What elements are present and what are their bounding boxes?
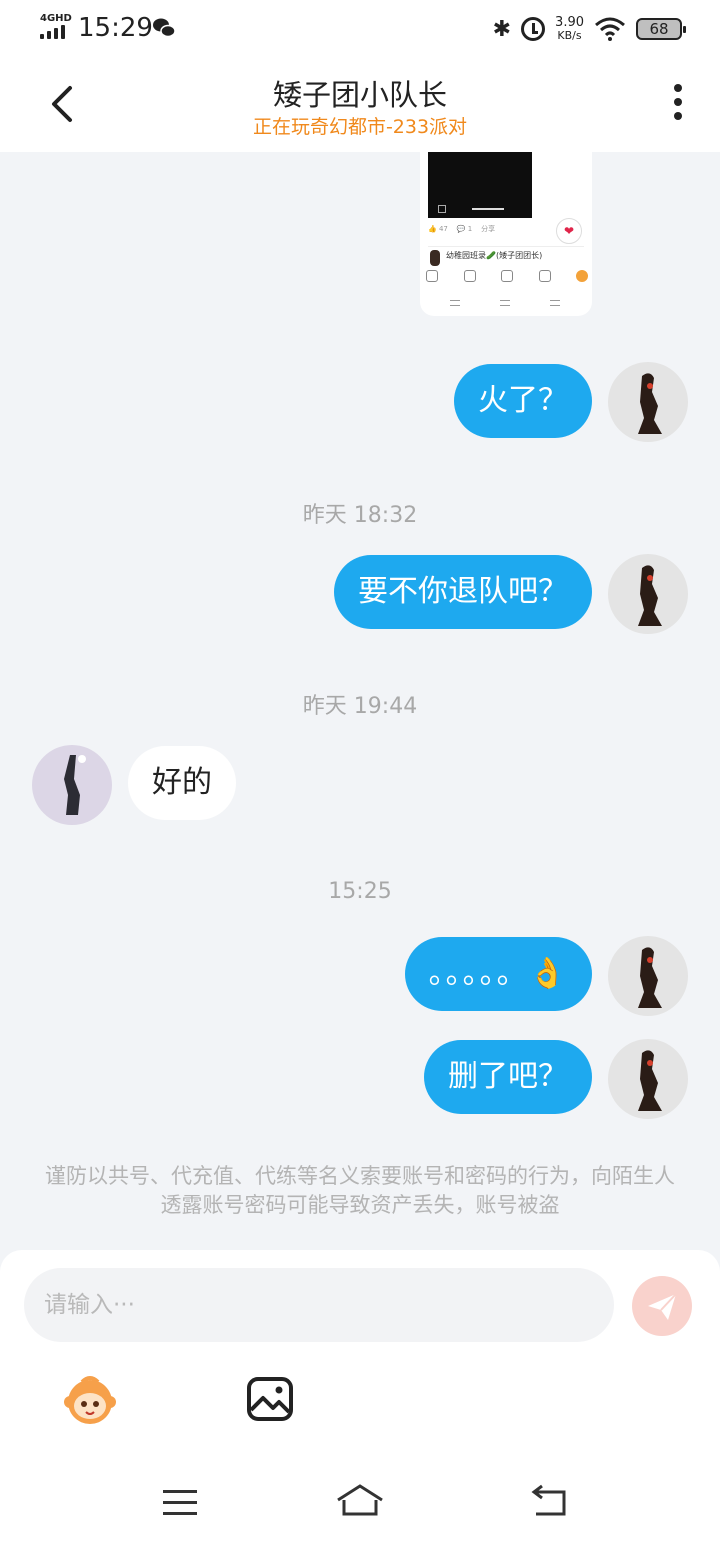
back-nav-icon[interactable] [531, 1484, 566, 1516]
heart-icon: ❤ [556, 218, 582, 244]
more-options-icon[interactable] [672, 84, 684, 124]
wifi-icon [595, 17, 625, 41]
incoming-message[interactable]: 好的 [128, 746, 236, 820]
avatar-figure-icon [64, 755, 86, 815]
alarm-icon [521, 17, 546, 41]
image-picker-icon[interactable] [246, 1376, 294, 1422]
share-label: 分享 [481, 225, 496, 233]
send-button[interactable] [632, 1276, 692, 1336]
friend-avatar[interactable] [32, 745, 112, 825]
emoji-icon[interactable] [62, 1372, 118, 1428]
home-icon[interactable] [337, 1484, 383, 1516]
network-speed: 3.90 KB/s [555, 16, 584, 42]
divider [428, 246, 584, 247]
image-tabbar [426, 270, 588, 290]
timestamp: 昨天 18:32 [302, 503, 418, 528]
message-input[interactable]: 请输入··· [24, 1268, 614, 1342]
network-type: 4GHD [40, 13, 72, 24]
bluetooth-icon: ✱ [492, 16, 512, 42]
outgoing-message[interactable]: 。。。。。👌 [404, 937, 592, 1011]
playing-status[interactable]: 正在玩奇幻都市-233派对 [0, 112, 720, 139]
comment-count: 1 [467, 225, 473, 233]
menu-icon[interactable] [163, 1490, 197, 1515]
paper-plane-icon [648, 1293, 677, 1320]
signal-icon [40, 25, 70, 39]
system-navigation-bar [163, 1484, 566, 1516]
speed-value: 3.90 [555, 15, 584, 30]
status-time: 15:29 [78, 13, 153, 43]
shared-image-message[interactable]: 👍 47 💬 1 分享 ❤ 幼稚园班录🥒(矮子团团长) [420, 152, 592, 316]
image-username: 幼稚园班录🥒(矮子团团长) [446, 251, 543, 260]
video-progress [472, 208, 504, 210]
timestamp: 15:25 [328, 879, 392, 904]
chat-header: 矮子团小队长 正在玩奇幻都市-233派对 [0, 56, 720, 152]
avatar-figure-icon [638, 373, 662, 434]
my-avatar[interactable] [608, 936, 688, 1016]
chat-title: 矮子团小队长 [272, 78, 447, 112]
status-bar: 4GHD 15:29 ✱ 3.90 KB/s 68 [0, 0, 720, 56]
timestamp: 昨天 19:44 [302, 694, 418, 719]
wechat-icon [153, 18, 176, 38]
my-avatar[interactable] [608, 1039, 688, 1119]
outgoing-message[interactable]: 删了吧？ [424, 1040, 592, 1114]
outgoing-message[interactable]: 要不你退队吧？ [334, 555, 592, 629]
image-navbar [450, 300, 560, 310]
outgoing-message[interactable]: 火了？ [454, 364, 592, 438]
battery-indicator: 68 [636, 18, 686, 40]
volume-icon [438, 205, 446, 213]
avatar-figure-icon [638, 1050, 662, 1111]
safety-warning: 谨防以共号、代充值、代练等名义索要账号和密码的行为，向陌生人透露账号密码可能导致… [45, 1164, 675, 1217]
like-count: 47 [438, 225, 448, 233]
avatar-figure-icon [638, 565, 662, 626]
my-avatar[interactable] [608, 554, 688, 634]
my-avatar[interactable] [608, 362, 688, 442]
speed-unit: KB/s [557, 29, 582, 42]
video-thumbnail [428, 152, 532, 218]
avatar-figure-icon [638, 947, 662, 1008]
